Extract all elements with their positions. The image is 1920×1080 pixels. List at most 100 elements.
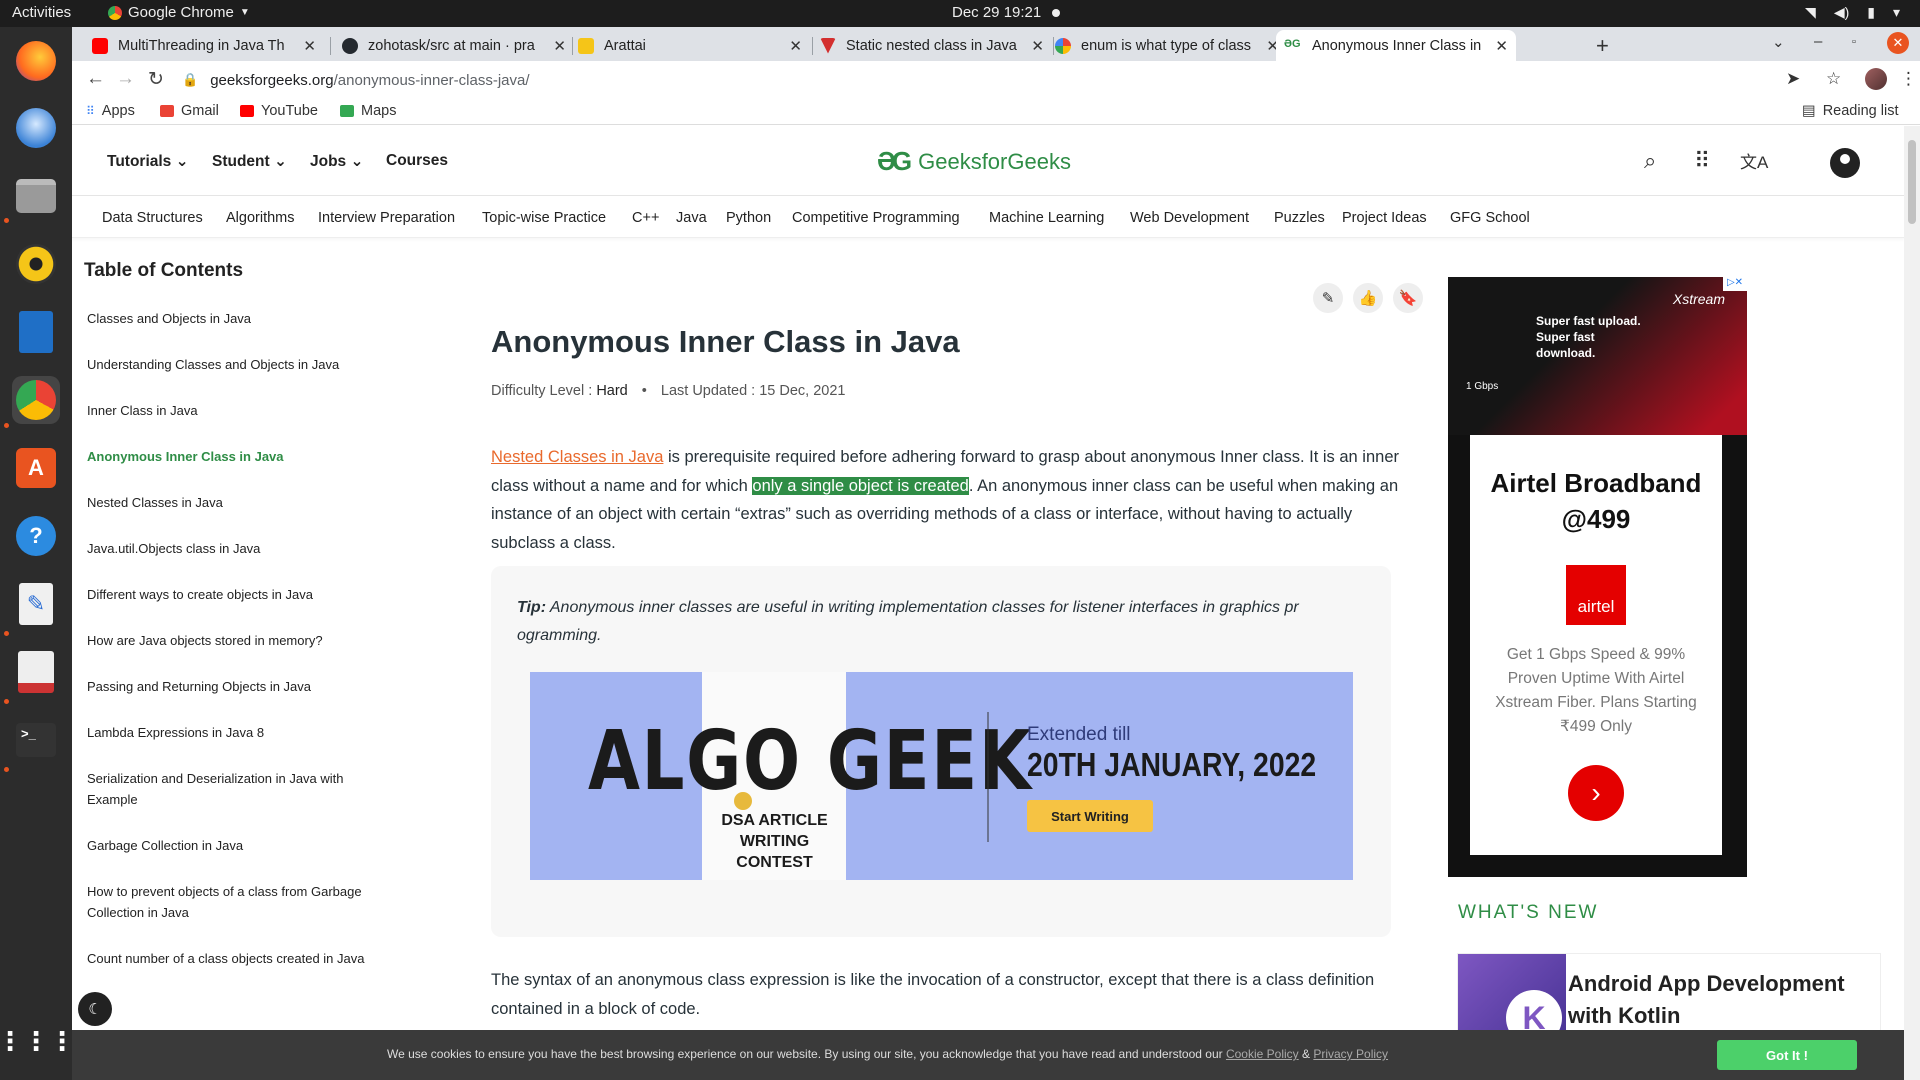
tab-static-nested[interactable]: Static nested class in Java ✕ xyxy=(812,30,1052,61)
minimize-icon[interactable]: – xyxy=(1814,33,1822,50)
apps-grid-icon[interactable]: ⠿ xyxy=(1694,148,1710,174)
firefox-icon[interactable] xyxy=(12,37,60,85)
lock-icon[interactable]: 🔒 xyxy=(182,72,198,88)
toc-item[interactable]: Serialization and Deserialization in Jav… xyxy=(87,768,387,810)
scrollbar-thumb[interactable] xyxy=(1908,140,1916,224)
page-scrollbar[interactable] xyxy=(1904,126,1920,1080)
algo-geek-banner[interactable]: ALGO GEEK DSA ARTICLE WRITING CONTEST Ex… xyxy=(530,672,1353,880)
start-writing-button[interactable]: Start Writing xyxy=(1027,800,1153,832)
tab-zohotask[interactable]: zohotask/src at main · pra ✕ xyxy=(334,30,574,61)
back-button[interactable]: ← xyxy=(86,68,105,90)
bookmark-icon[interactable]: 🔖 xyxy=(1393,283,1423,313)
bookmark-gmail[interactable]: Gmail xyxy=(160,103,219,119)
toc-item[interactable]: Lambda Expressions in Java 8 xyxy=(87,722,407,743)
nested-classes-link[interactable]: Nested Classes in Java xyxy=(491,448,663,466)
terminal-icon[interactable]: >_ xyxy=(12,716,60,764)
system-tray[interactable]: ◥ ◀) ▮ ▾ xyxy=(1805,4,1900,21)
nav-algorithms[interactable]: Algorithms xyxy=(226,210,295,226)
nav-topic-wise-practice[interactable]: Topic-wise Practice xyxy=(482,210,606,226)
tab-search-icon[interactable]: ⌄ xyxy=(1772,33,1785,51)
toc-item[interactable]: Classes and Objects in Java xyxy=(87,308,407,329)
address-bar[interactable]: 🔒 geeksforgeeks.org/anonymous-inner-clas… xyxy=(182,65,1722,95)
edit-icon[interactable]: ✎ xyxy=(1313,283,1343,313)
files-icon[interactable] xyxy=(12,172,60,220)
tab-enum[interactable]: enum is what type of class ✕ xyxy=(1047,30,1287,61)
app-menu[interactable]: Google Chrome ▼ xyxy=(108,4,250,21)
toc-item[interactable]: Garbage Collection in Java xyxy=(87,835,407,856)
document-viewer-icon[interactable] xyxy=(12,648,60,696)
like-icon[interactable]: 👍 xyxy=(1353,283,1383,313)
nav-interview-preparation[interactable]: Interview Preparation xyxy=(318,210,455,226)
nav-project-ideas[interactable]: Project Ideas xyxy=(1342,210,1427,226)
bookmark-youtube[interactable]: YouTube xyxy=(240,103,318,119)
translate-icon[interactable]: 文A xyxy=(1740,148,1768,173)
toc-item[interactable]: Count number of a class objects created … xyxy=(87,948,407,969)
writer-icon[interactable] xyxy=(12,308,60,356)
nav-java[interactable]: Java xyxy=(676,210,707,226)
cookie-policy-link[interactable]: Cookie Policy xyxy=(1226,1047,1299,1061)
toc-item[interactable]: How to prevent objects of a class from G… xyxy=(87,881,397,923)
window-close-button[interactable]: ✕ xyxy=(1887,32,1909,54)
dark-mode-toggle[interactable]: ☾ xyxy=(78,992,112,1026)
nav-puzzles[interactable]: Puzzles xyxy=(1274,210,1325,226)
accept-cookies-button[interactable]: Got It ! xyxy=(1717,1040,1857,1070)
toc-item[interactable]: Inner Class in Java xyxy=(87,400,407,421)
close-icon[interactable]: ✕ xyxy=(303,37,316,55)
clock[interactable]: Dec 29 19:21 xyxy=(952,4,1041,21)
thunderbird-icon[interactable] xyxy=(12,104,60,152)
bookmark-maps[interactable]: Maps xyxy=(340,103,396,119)
profile-avatar[interactable] xyxy=(1865,68,1887,90)
menu-tutorials[interactable]: Tutorials ⌄ xyxy=(107,152,189,171)
software-icon[interactable]: A xyxy=(12,444,60,492)
toc-item[interactable]: Understanding Classes and Objects in Jav… xyxy=(87,354,407,375)
reload-button[interactable]: ↻ xyxy=(148,68,164,91)
chrome-menu-icon[interactable]: ⋮ xyxy=(1900,69,1917,89)
tab-arattai[interactable]: Arattai ✕ xyxy=(570,30,810,61)
activities-button[interactable]: Activities xyxy=(12,4,71,21)
menu-jobs[interactable]: Jobs ⌄ xyxy=(310,152,364,171)
nav-python[interactable]: Python xyxy=(726,210,771,226)
menu-courses[interactable]: Courses xyxy=(386,152,448,170)
nav-cpp[interactable]: C++ xyxy=(632,210,659,226)
toc-item[interactable]: Java.util.Objects class in Java xyxy=(87,538,407,559)
close-icon[interactable]: ✕ xyxy=(789,37,802,55)
toc-item-current[interactable]: Anonymous Inner Class in Java xyxy=(87,446,407,467)
site-logo[interactable]: ƏG GeeksforGeeks xyxy=(877,146,1071,177)
new-tab-button[interactable]: + xyxy=(1596,33,1609,59)
send-icon[interactable]: ➤ xyxy=(1786,69,1800,89)
chrome-icon[interactable] xyxy=(12,376,60,424)
rhythmbox-icon[interactable] xyxy=(12,240,60,288)
github-icon xyxy=(342,37,358,54)
nav-web-development[interactable]: Web Development xyxy=(1130,210,1249,226)
apps-grid-icon: ⠿ xyxy=(86,104,95,118)
category-nav: Data Structures Algorithms Interview Pre… xyxy=(72,196,1904,238)
nav-gfg-school[interactable]: GFG School xyxy=(1450,210,1530,226)
text-editor-icon[interactable]: ✎ xyxy=(12,580,60,628)
reading-list-button[interactable]: ▤ Reading list xyxy=(1802,103,1898,119)
toc-item[interactable]: Passing and Returning Objects in Java xyxy=(87,676,407,697)
nav-machine-learning[interactable]: Machine Learning xyxy=(989,210,1104,226)
toc-item[interactable]: Different ways to create objects in Java xyxy=(87,584,407,605)
ad-choices-icon[interactable]: ▷✕ xyxy=(1723,277,1747,291)
bookmark-star-icon[interactable]: ☆ xyxy=(1826,69,1841,89)
search-icon[interactable]: ⌕ xyxy=(1644,148,1656,174)
app-grid-icon[interactable]: ⋮⋮⋮ xyxy=(0,1017,75,1065)
tab-anonymous-inner-class[interactable]: ƏG Anonymous Inner Class in ✕ xyxy=(1276,30,1516,61)
nav-data-structures[interactable]: Data Structures xyxy=(102,210,203,226)
privacy-policy-link[interactable]: Privacy Policy xyxy=(1313,1047,1388,1061)
chevron-right-icon[interactable]: › xyxy=(1568,765,1624,821)
toc-item[interactable]: How are Java objects stored in memory? xyxy=(87,630,407,651)
advertisement[interactable]: ▷✕ Xstream Super fast upload. Super fast… xyxy=(1448,277,1747,877)
nav-competitive-programming[interactable]: Competitive Programming xyxy=(792,210,960,226)
menu-student[interactable]: Student ⌄ xyxy=(212,152,287,171)
user-account-icon[interactable] xyxy=(1830,148,1860,178)
toc-item[interactable]: Nested Classes in Java xyxy=(87,492,407,513)
close-icon[interactable]: ✕ xyxy=(1031,37,1044,55)
tab-multithreading[interactable]: MultiThreading in Java Th ✕ xyxy=(84,30,324,61)
help-icon[interactable]: ? xyxy=(12,512,60,560)
forward-button[interactable]: → xyxy=(116,68,135,90)
close-icon[interactable]: ✕ xyxy=(1495,37,1508,55)
maximize-icon[interactable]: ▫ xyxy=(1852,36,1856,48)
bookmark-apps[interactable]: ⠿ Apps xyxy=(86,103,135,119)
close-icon[interactable]: ✕ xyxy=(553,37,566,55)
